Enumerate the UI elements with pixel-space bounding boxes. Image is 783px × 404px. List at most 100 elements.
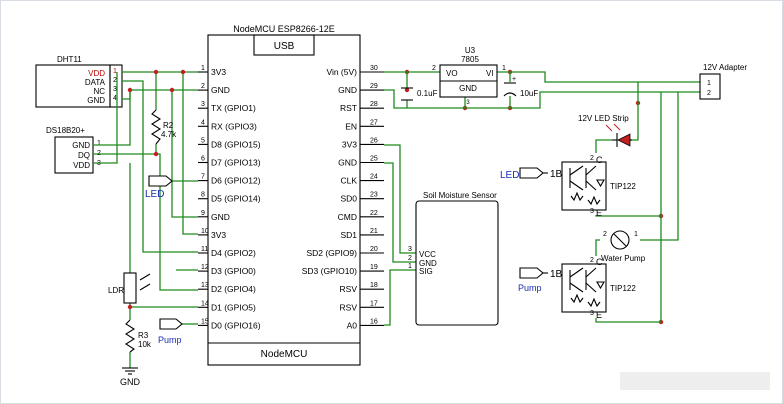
nodemcu-right-pin-num: 21 — [370, 228, 378, 235]
nodemcu-right-pin-label: GND — [338, 85, 357, 95]
nodemcu-left-pin-label: 3V3 — [211, 230, 226, 240]
led-strip: 12V LED Strip — [578, 114, 632, 147]
ds18b20-pin-gnd: GND — [72, 141, 90, 150]
nodemcu-right-pin-num: 26 — [370, 137, 378, 144]
nodemcu-left-pin-num: 8 — [201, 192, 205, 199]
r3-value: 10k — [138, 340, 152, 349]
q1-e-label: E — [596, 208, 602, 218]
soil-pin-vcc: VCC — [419, 250, 436, 259]
nodemcu-right-pin-num: 20 — [370, 246, 378, 253]
c1-value: 0.1uF — [417, 89, 438, 98]
pump-port-right-label: Pump — [518, 283, 542, 293]
nodemcu-left-pins: 1 3V3 2 GND 3 TX (GPIO1) 4 RX (GPIO3) 5 D8 (GPIO1… — [198, 65, 261, 330]
regulator-pin-gnd: 3 — [466, 100, 470, 106]
nodemcu-right-pin-num: 28 — [370, 101, 378, 108]
schematic-diagram: NodeMCU ESP8266-12E USB NodeMCU 1 3V3 2 GND… — [35, 24, 770, 390]
regulator-ref: U3 — [465, 46, 476, 55]
nodemcu-left-pin-num: 7 — [201, 174, 205, 181]
nodemcu-left-pin-label: D3 (GPIO0) — [211, 266, 256, 276]
ds18b20-pin-vdd: VDD — [73, 161, 90, 170]
q2-e-num: 3 — [590, 310, 594, 317]
nodemcu-right-pin-label: CMD — [338, 212, 357, 222]
nodemcu-left-pin-num: 2 — [201, 83, 205, 90]
nodemcu-left-pin-num: 4 — [201, 119, 205, 126]
regulator-gnd: GND — [459, 84, 477, 93]
q2-c-label: C — [596, 257, 603, 267]
dht11-sensor: DHT11 VDD DATA NC GND 1 2 3 4 — [35, 55, 123, 108]
capacitor-c2: + 10uF — [503, 76, 538, 98]
nodemcu-left-pin-num: 12 — [201, 264, 209, 271]
q1-c-num: 2 — [590, 155, 594, 162]
ground-symbol: GND — [120, 367, 141, 387]
nodemcu-left-pin-label: GND — [211, 85, 230, 95]
nodemcu-right-pin-label: A0 — [347, 320, 358, 330]
regulator-vo: VO — [446, 69, 458, 78]
soil-pin-sig: SIG — [419, 267, 433, 276]
nodemcu-left-pin-num: 6 — [201, 156, 205, 163]
nodemcu-footer: NodeMCU — [261, 349, 308, 360]
soil-pin-num-2: 2 — [408, 255, 412, 262]
q1-e-num: 3 — [590, 208, 594, 215]
nodemcu-left-pin-num: 9 — [201, 210, 205, 217]
regulator-vi: VI — [486, 69, 494, 78]
adapter-pin-1: 1 — [707, 80, 711, 87]
pump-pin-1: 1 — [634, 231, 638, 238]
nodemcu-right-pin-num: 27 — [370, 119, 378, 126]
pump-port-left: Pump — [158, 318, 183, 345]
nodemcu-right-pin-num: 29 — [370, 83, 378, 90]
water-pump-label: Water Pump — [601, 254, 646, 263]
nodemcu-left-pin-label: D5 (GPIO14) — [211, 194, 261, 204]
dht11-pin-data: DATA — [85, 78, 106, 87]
nodemcu-right-pin-num: 17 — [370, 300, 378, 307]
led-strip-label: 12V LED Strip — [578, 114, 629, 123]
nodemcu-left-pin-num: 1 — [201, 65, 205, 72]
resistor-r3: R3 10k — [124, 319, 152, 353]
adapter-pin-2: 2 — [707, 90, 711, 97]
nodemcu-left-pin-num: 11 — [201, 246, 208, 253]
resistor-r2: R2 4.7k — [150, 109, 177, 145]
nodemcu-right-pin-label: SD0 — [340, 194, 357, 204]
r3-name: R3 — [138, 331, 149, 340]
nodemcu-right-pin-label: RST — [340, 103, 357, 113]
r2-value: 4.7k — [161, 130, 177, 139]
nodemcu-right-pin-label: EN — [345, 121, 357, 131]
adapter-12v: 12V Adapter 1 2 — [699, 63, 747, 100]
nodemcu-right-pin-label: GND — [338, 158, 357, 168]
regulator-7805: U3 7805 VO VI GND 2 1 3 — [432, 46, 506, 106]
ds18b20-pin-num-1: 1 — [97, 140, 101, 147]
nodemcu-right-pin-label: RSV — [340, 302, 358, 312]
ds18b20-sensor: DS18B20+ GND DQ VDD 1 2 3 — [46, 126, 101, 174]
led-port-left-label: LED — [145, 189, 164, 200]
nodemcu-left-pin-num: 10 — [201, 228, 209, 235]
ldr-sensor: LDR — [108, 272, 151, 304]
nodemcu-left-pin-label: D8 (GPIO15) — [211, 139, 261, 149]
q1-part: TIP122 — [610, 182, 636, 191]
soil-moisture-sensor: Soil Moisture Sensor VCC GND SIG 3 2 1 — [408, 191, 499, 326]
nodemcu-right-pin-num: 23 — [370, 192, 378, 199]
gnd-label: GND — [120, 377, 141, 387]
nodemcu-left-pin-num: 15 — [201, 318, 209, 325]
ds18b20-title: DS18B20+ — [46, 126, 85, 135]
regulator-pin-vi: 1 — [502, 65, 506, 72]
led-port-right-label: LED — [500, 170, 519, 181]
nodemcu-left-pin-label: D4 (GPIO2) — [211, 248, 256, 258]
dht11-title: DHT11 — [57, 55, 82, 64]
q2-e-label: E — [596, 310, 602, 320]
nodemcu-left-pin-num: 14 — [201, 300, 209, 307]
regulator-pin-vo: 2 — [432, 65, 436, 72]
nodemcu-right-pin-num: 22 — [370, 210, 378, 217]
nodemcu-right-pin-num: 24 — [370, 174, 378, 181]
dht11-pin-gnd: GND — [87, 96, 105, 105]
nodemcu-right-pin-num: 30 — [370, 65, 378, 72]
adapter-title: 12V Adapter — [703, 63, 747, 72]
nodemcu-right-pin-label: RSV — [340, 284, 358, 294]
nodemcu-left-pin-label: D2 (GPIO4) — [211, 284, 256, 294]
nodemcu-right-pin-label: SD3 (GPIO10) — [302, 266, 357, 276]
q1-c-label: C — [596, 155, 603, 165]
nodemcu-left-pin-num: 3 — [201, 101, 205, 108]
q2-part: TIP122 — [610, 284, 636, 293]
water-pump: 2 1 Water Pump — [601, 230, 646, 263]
c2-plus: + — [512, 76, 516, 83]
nodemcu-left-pin-num: 13 — [201, 282, 209, 289]
nodemcu-right-pin-label: CLK — [340, 176, 357, 186]
